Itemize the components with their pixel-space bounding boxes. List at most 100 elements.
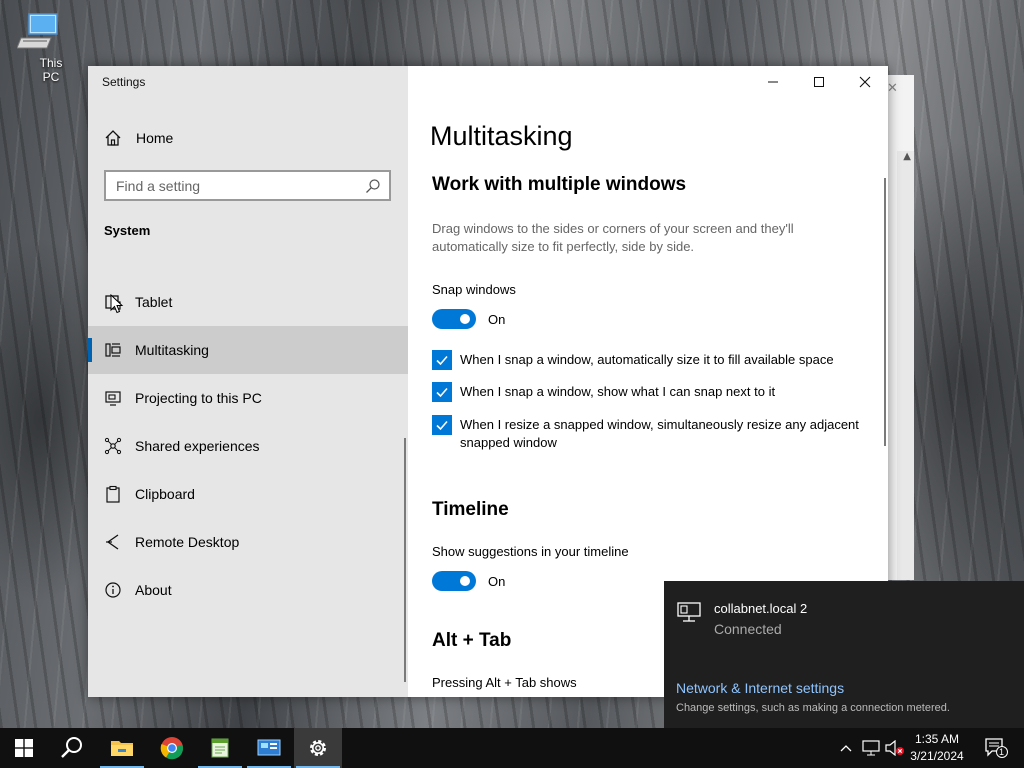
projecting-icon — [104, 389, 122, 407]
content-scrollbar[interactable] — [884, 178, 886, 446]
sidebar-scrollbar[interactable] — [404, 438, 406, 682]
sidebar-item-multitasking[interactable]: Multitasking — [88, 326, 408, 374]
mouse-cursor-icon — [110, 294, 124, 314]
clock-time: 1:35 AM — [914, 732, 960, 746]
check-row-resize-adjacent: When I resize a snapped window, simultan… — [432, 415, 872, 452]
close-icon — [859, 76, 871, 88]
window-title: Settings — [102, 75, 146, 89]
ethernet-icon — [677, 602, 701, 622]
windows-description: Drag windows to the sides or corners of … — [432, 221, 794, 254]
minimize-icon — [768, 81, 778, 83]
taskbar: 1:35 AM 3/21/2024 1 — [0, 728, 1024, 768]
close-button[interactable] — [842, 66, 888, 98]
scrollbar[interactable] — [897, 151, 914, 580]
toggle-state: On — [488, 311, 506, 327]
network-status: Connected — [714, 621, 782, 637]
section-heading-timeline: Timeline — [432, 499, 509, 520]
shared-experiences-icon — [104, 437, 122, 455]
sidebar-item-about[interactable]: About — [88, 566, 408, 614]
window-controls — [750, 66, 888, 98]
this-pc-icon — [16, 10, 61, 54]
checkbox-label: When I snap a window, automatically size… — [460, 352, 834, 367]
chevron-up-icon[interactable]: ▲ — [903, 151, 911, 162]
sidebar-item-projecting[interactable]: Projecting to this PC — [88, 374, 408, 422]
check-row-fill-space: When I snap a window, automatically size… — [432, 350, 872, 370]
checkmark-icon — [436, 355, 448, 366]
checkmark-icon — [436, 420, 448, 431]
search-input[interactable]: Find a setting — [104, 170, 391, 201]
sidebar-item-label: Shared experiences — [135, 438, 260, 454]
info-icon — [104, 581, 122, 599]
gear-icon — [310, 740, 326, 756]
clipboard-icon — [104, 485, 122, 503]
checkmark-icon — [436, 387, 448, 398]
control-panel-icon — [257, 739, 281, 756]
action-center-button[interactable]: 1 — [978, 728, 1014, 768]
sidebar-item-remote-desktop[interactable]: Remote Desktop — [88, 518, 408, 566]
search-button[interactable] — [48, 728, 96, 768]
network-name[interactable]: collabnet.local 2 — [714, 601, 807, 616]
sidebar-nav: Tablet Multitasking Projecting to this P… — [88, 278, 408, 614]
network-settings-description: Change settings, such as making a connec… — [676, 702, 950, 714]
sidebar-item-label: Remote Desktop — [135, 534, 240, 550]
network-icon — [862, 740, 880, 756]
toggle-state: On — [488, 573, 506, 589]
search-icon — [366, 178, 380, 193]
notification-icon — [985, 738, 1008, 758]
notification-count: 1 — [999, 747, 1005, 757]
taskbar-settings[interactable] — [294, 728, 342, 768]
sidebar-item-tablet[interactable]: Tablet — [88, 278, 408, 326]
snap-assist-checkbox[interactable] — [432, 382, 452, 402]
notepad-icon — [211, 738, 229, 758]
checkbox-label: When I resize a snapped window, simultan… — [460, 417, 859, 450]
search-placeholder: Find a setting — [116, 177, 201, 194]
section-heading-alt-tab: Alt + Tab — [432, 630, 512, 651]
timeline-suggestions-label: Show suggestions in your timeline — [432, 544, 629, 559]
taskbar-file-explorer[interactable] — [98, 728, 146, 768]
sidebar: Settings Home Find a setting System Tabl… — [88, 66, 408, 697]
clock-date: 3/21/2024 — [910, 749, 964, 763]
network-tray-button[interactable] — [860, 728, 882, 768]
maximize-icon — [814, 77, 824, 87]
check-row-snap-assist: When I snap a window, show what I can sn… — [432, 382, 872, 402]
taskbar-control-panel[interactable] — [245, 728, 293, 768]
windows-logo-icon — [15, 739, 33, 757]
maximize-button[interactable] — [796, 66, 842, 98]
chrome-icon — [160, 737, 184, 760]
alt-tab-label: Pressing Alt + Tab shows — [432, 675, 577, 690]
multitasking-icon — [104, 341, 122, 359]
start-button[interactable] — [0, 728, 48, 768]
taskbar-notepad[interactable] — [196, 728, 244, 768]
section-heading-system: System — [104, 223, 151, 238]
timeline-toggle-row: On — [432, 571, 505, 591]
sidebar-item-label: About — [135, 582, 172, 598]
sidebar-item-label: Projecting to this PC — [135, 390, 262, 406]
home-label: Home — [136, 130, 174, 146]
snap-windows-label: Snap windows — [432, 282, 516, 297]
show-hidden-icons-button[interactable] — [836, 728, 856, 768]
resize-adjacent-checkbox[interactable] — [432, 415, 452, 435]
minimize-button[interactable] — [750, 66, 796, 98]
volume-tray-button[interactable] — [884, 728, 906, 768]
sidebar-item-clipboard[interactable]: Clipboard — [88, 470, 408, 518]
fill-space-checkbox[interactable] — [432, 350, 452, 370]
timeline-suggestions-toggle[interactable] — [432, 571, 476, 591]
sidebar-item-shared-experiences[interactable]: Shared experiences — [88, 422, 408, 470]
taskbar-chrome[interactable] — [148, 728, 196, 768]
snap-windows-toggle[interactable] — [432, 309, 476, 329]
snap-windows-toggle-row: On — [432, 309, 505, 329]
remote-desktop-icon — [104, 533, 122, 551]
network-settings-link[interactable]: Network & Internet settings — [676, 680, 844, 696]
desktop-icon-this-pc[interactable]: This PC — [10, 8, 68, 84]
sidebar-item-home[interactable]: Home — [104, 128, 173, 148]
page-title: Multitasking — [430, 121, 573, 151]
home-icon — [105, 130, 121, 146]
sidebar-item-label: Multitasking — [135, 342, 209, 358]
close-icon[interactable]: ✕ — [887, 81, 898, 96]
network-flyout: collabnet.local 2 Connected Network & In… — [664, 581, 1024, 728]
chevron-up-icon — [840, 745, 852, 752]
sidebar-item-label: Tablet — [135, 294, 173, 310]
search-icon — [61, 737, 82, 758]
taskbar-clock[interactable]: 1:35 AM 3/21/2024 — [906, 731, 968, 765]
folder-icon — [111, 741, 133, 756]
